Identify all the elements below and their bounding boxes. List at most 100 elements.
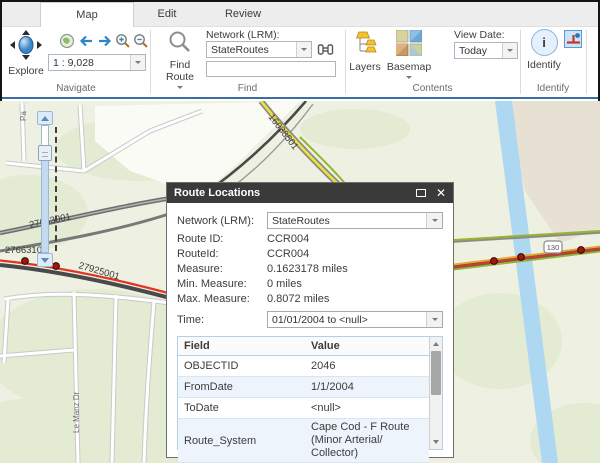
zoom-out-icon[interactable]: [133, 33, 149, 49]
scrollbar-up-button[interactable]: [430, 338, 442, 350]
ribbon-body: Explore 1 : 9,028 Navigate Find Route Ne…: [2, 27, 598, 99]
layers-button[interactable]: Layers: [346, 30, 384, 73]
field-label: Time:: [177, 313, 205, 326]
route-locations-dialog: Route Locations ✕ Network (LRM): StateRo…: [166, 182, 454, 463]
field-value: CCR004: [267, 232, 310, 245]
route-shield-130: 130: [543, 240, 563, 254]
routeid-row: RouteId: CCR004: [177, 246, 443, 261]
group-separator: [586, 30, 587, 94]
explore-icon: [9, 30, 43, 65]
basemap-label: Basemap: [386, 61, 432, 73]
dialog-title: Route Locations: [174, 187, 261, 199]
dialog-titlebar[interactable]: Route Locations ✕: [167, 183, 453, 203]
navigate-group-label: Navigate: [56, 83, 96, 94]
chevron-down-icon: [507, 49, 513, 55]
view-date-combo[interactable]: Today: [454, 42, 518, 59]
field-value: CCR004: [267, 247, 310, 260]
basemap-icon: [395, 29, 423, 61]
explore-button[interactable]: Explore: [5, 30, 47, 77]
explore-label: Explore: [8, 65, 44, 77]
field-label: Route ID:: [177, 232, 224, 245]
close-icon[interactable]: ✕: [436, 187, 446, 199]
binoculars-icon[interactable]: [317, 41, 334, 63]
next-extent-icon[interactable]: [97, 33, 113, 49]
field-label: Measure:: [177, 262, 223, 275]
identify-group-label: Identify: [536, 83, 570, 94]
slider-ticks: [55, 127, 57, 251]
dialog-network-combo[interactable]: StateRoutes: [267, 212, 443, 229]
find-route-value-field[interactable]: [206, 61, 336, 77]
full-extent-icon[interactable]: [59, 33, 75, 49]
find-route-icon: [168, 30, 192, 59]
dialog-time-value: 01/01/2004 to <null>: [272, 314, 368, 326]
scrollbar-down-button[interactable]: [430, 436, 442, 448]
zoom-in-icon[interactable]: [115, 33, 131, 49]
map-scale-value: 1 : 9,028: [53, 57, 94, 69]
scrollbar-thumb[interactable]: [431, 351, 442, 395]
cell-value: 2046: [305, 355, 430, 377]
identify-route-locations-tool[interactable]: [564, 30, 582, 48]
dialog-time-combo[interactable]: 01/01/2004 to <null>: [267, 311, 443, 328]
field-label: Min. Measure:: [177, 277, 247, 290]
cell-field: FromDate: [178, 376, 305, 398]
dialog-network-value: StateRoutes: [272, 215, 330, 227]
table-row[interactable]: Route_System Cape Cod - F Route (Minor A…: [178, 418, 430, 463]
identify-button[interactable]: i Identify: [526, 29, 562, 71]
attribute-table: Field Value OBJECTID 2046 FromDate 1/1/2…: [178, 337, 430, 463]
identify-label: Identify: [527, 59, 561, 71]
network-lrm-dropdown-button[interactable]: [296, 42, 311, 57]
cell-value: Cape Cod - F Route (Minor Arterial/ Coll…: [305, 418, 430, 463]
previous-extent-icon[interactable]: [78, 33, 94, 49]
find-group-label: Find: [237, 83, 258, 94]
table-row[interactable]: FromDate 1/1/2004: [178, 376, 430, 398]
measure-row: Measure: 0.1623178 miles: [177, 261, 443, 276]
layers-label: Layers: [349, 61, 381, 73]
cell-value: 1/1/2004: [305, 376, 430, 398]
slider-track[interactable]: [38, 125, 52, 253]
table-scrollbar[interactable]: [429, 337, 442, 449]
cell-field: Route_System: [178, 418, 305, 463]
tab-edit[interactable]: Edit: [134, 2, 200, 27]
cell-field: ToDate: [178, 397, 305, 419]
value-column-header[interactable]: Value: [305, 337, 430, 356]
time-row: Time: 01/01/2004 to <null>: [177, 309, 443, 330]
basemap-button[interactable]: Basemap: [386, 29, 432, 82]
slider-up-button[interactable]: [37, 111, 53, 125]
table-row[interactable]: ToDate <null>: [178, 397, 430, 419]
field-value: 0 miles: [267, 277, 302, 290]
layers-icon: [352, 30, 378, 61]
slider-thumb[interactable]: [38, 145, 52, 161]
map-zoom-slider[interactable]: [36, 111, 57, 269]
chevron-down-icon: [41, 257, 49, 267]
network-lrm-combo[interactable]: StateRoutes: [206, 41, 312, 58]
attribute-table-wrap: Field Value OBJECTID 2046 FromDate 1/1/2…: [177, 336, 443, 463]
field-label: RouteId:: [177, 247, 219, 260]
svg-text:130: 130: [547, 243, 560, 252]
field-column-header[interactable]: Field: [178, 337, 305, 356]
ribbon-tabbar: Map Edit Review: [2, 2, 598, 27]
route-id-row: Route ID: CCR004: [177, 231, 443, 246]
app-window: Map Edit Review Explore 1: 9,028 Naviga…: [0, 0, 600, 463]
chevron-up-icon: [41, 112, 49, 121]
map-scale-dropdown-button[interactable]: [130, 55, 145, 70]
maximize-icon[interactable]: [415, 189, 426, 197]
chevron-down-icon: [431, 219, 438, 225]
table-row[interactable]: OBJECTID 2046: [178, 355, 430, 377]
slider-down-button[interactable]: [37, 253, 53, 267]
map-scale-combo[interactable]: 1 : 9,028: [48, 54, 146, 71]
dropdown-button[interactable]: [426, 213, 442, 228]
network-lrm-label: Network (LRM):: [206, 29, 280, 41]
cell-value: <null>: [305, 397, 430, 419]
tab-map[interactable]: Map: [40, 2, 134, 27]
street-label: Le Manz Dr: [72, 391, 81, 433]
view-date-dropdown-button[interactable]: [502, 43, 517, 58]
network-row: Network (LRM): StateRoutes: [177, 210, 443, 231]
map-viewport[interactable]: 130 27663001 27663101 27925001 16038501 …: [0, 101, 600, 463]
identify-icon: i: [530, 29, 558, 56]
field-value: 0.8072 miles: [267, 292, 330, 305]
tab-review[interactable]: Review: [208, 2, 278, 27]
chevron-up-icon: [433, 339, 440, 346]
dropdown-button[interactable]: [426, 312, 442, 327]
contents-group-label: Contents: [412, 83, 453, 94]
cell-field: OBJECTID: [178, 355, 305, 377]
